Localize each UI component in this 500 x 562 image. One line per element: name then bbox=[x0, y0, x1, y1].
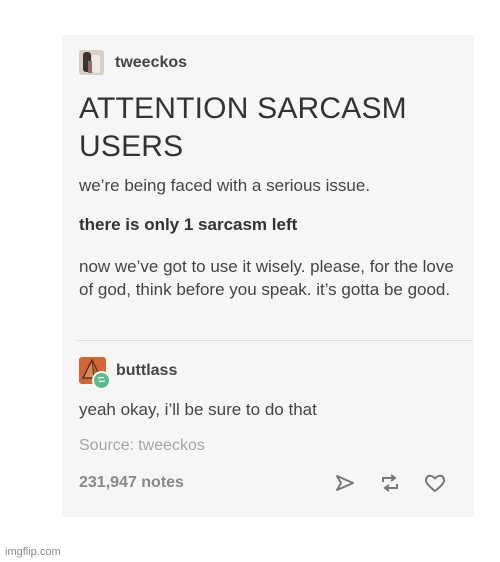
watermark: imgflip.com bbox=[5, 546, 61, 558]
share-icon[interactable] bbox=[334, 473, 356, 493]
username[interactable]: buttlass bbox=[116, 362, 177, 380]
reblog-icon[interactable] bbox=[379, 473, 401, 493]
reblog-badge-icon bbox=[92, 371, 111, 390]
avatar[interactable] bbox=[79, 357, 111, 390]
post-header: tweeckos bbox=[79, 50, 187, 75]
reblog-text: yeah okay, i’ll be sure to do that bbox=[79, 400, 317, 419]
post-actions bbox=[334, 473, 446, 493]
reblog-header: buttlass bbox=[79, 357, 177, 390]
source-label: Source: bbox=[79, 437, 135, 454]
post-paragraph: we’re being faced with a serious issue. bbox=[79, 176, 371, 195]
source-link[interactable]: tweeckos bbox=[138, 437, 205, 454]
avatar[interactable] bbox=[79, 50, 104, 75]
post-title: ATTENTION SARCASM USERS bbox=[79, 92, 407, 163]
source-line: Source: tweeckos bbox=[79, 437, 205, 455]
tumblr-post: tweeckos ATTENTION SARCASM USERS we’re b… bbox=[62, 35, 474, 517]
post-paragraph-bold: there is only 1 sarcasm left bbox=[79, 215, 298, 234]
divider bbox=[77, 340, 472, 341]
post-paragraph: now we’ve got to use it wisely. please, … bbox=[79, 257, 454, 299]
notes-count[interactable]: 231,947 notes bbox=[79, 474, 184, 492]
username[interactable]: tweeckos bbox=[115, 54, 187, 72]
like-icon[interactable] bbox=[424, 473, 446, 493]
